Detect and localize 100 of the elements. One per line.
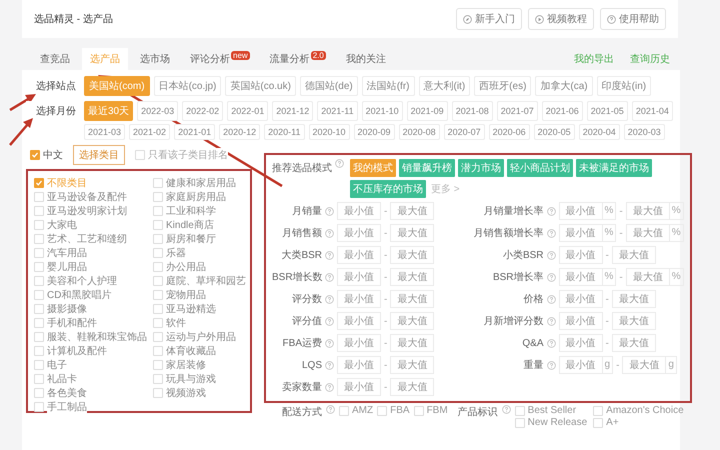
mode-tag[interactable]: 销量飙升榜 [399,159,455,177]
site-option[interactable]: 德国站(de) [300,76,358,96]
checkbox[interactable] [153,332,163,342]
checkbox[interactable] [153,374,163,384]
checkbox[interactable] [514,406,525,416]
checkbox[interactable] [593,406,604,416]
min-input[interactable]: 最小值 [558,356,602,374]
checkbox[interactable] [34,318,44,328]
month-option[interactable]: 2021-04 [632,101,673,121]
checkbox[interactable] [377,406,388,416]
month-option[interactable]: 2020-10 [308,124,350,140]
month-option[interactable]: 2022-02 [182,101,224,121]
checkbox[interactable] [34,192,44,202]
checkbox[interactable] [34,262,44,272]
checkbox[interactable] [135,150,145,160]
checkbox[interactable] [34,304,44,314]
checkbox[interactable] [153,360,163,370]
mode-tag[interactable]: 潜力市场 [458,159,504,177]
mode-tag[interactable]: 我的模式 [350,159,396,177]
mode-tag[interactable]: 未被满足的市场 [576,159,652,177]
site-option[interactable]: 意大利(it) [418,76,470,96]
checkbox[interactable] [153,276,163,286]
max-input[interactable]: 最大值 [390,246,434,264]
max-input[interactable]: 最大值 [390,268,434,286]
max-input[interactable]: 最大值 [612,312,656,330]
month-option[interactable]: 2020-11 [264,124,304,140]
checkbox[interactable] [153,248,163,258]
max-input[interactable]: 最大值 [390,334,434,352]
header-button[interactable]: 使用帮助 [600,8,666,30]
min-input[interactable]: 最小值 [558,312,602,330]
min-input[interactable]: 最小值 [337,246,381,264]
tab-link[interactable]: 我的导出 [566,48,622,70]
tab[interactable]: 选产品 [82,48,128,70]
month-option[interactable]: 2022-03 [137,101,178,121]
checkbox[interactable] [153,178,163,188]
month-option[interactable]: 2021-12 [272,101,314,121]
checkbox[interactable] [34,346,44,356]
max-input[interactable]: 最大值 [390,224,434,242]
min-input[interactable]: 最小值 [337,334,381,352]
max-input[interactable]: 最大值 [390,356,434,374]
min-input[interactable]: 最小值 [558,246,602,264]
max-input[interactable]: 最大值 [390,312,434,330]
checkbox[interactable] [153,192,163,202]
month-option[interactable]: 最近30天 [84,101,134,121]
month-option[interactable]: 2020-06 [488,124,530,140]
checkbox[interactable] [153,318,163,328]
min-input[interactable]: 最小值 [337,224,381,242]
month-option[interactable]: 2020-05 [534,124,575,140]
min-input[interactable]: 最小值 [337,268,381,286]
month-option[interactable]: 2021-07 [496,101,538,121]
checkbox[interactable] [34,388,44,398]
tab[interactable]: 选市场 [132,48,178,70]
max-input[interactable]: 最大值 [390,290,434,308]
min-input[interactable]: 最小值 [337,290,381,308]
max-input[interactable]: 最大值 [622,356,666,374]
max-input[interactable]: 最大值 [612,246,656,264]
month-option[interactable]: 2020-08 [398,124,440,140]
month-option[interactable]: 2021-02 [129,124,170,140]
checkbox[interactable] [514,418,525,428]
checkbox[interactable] [153,304,163,314]
min-input[interactable]: 最小值 [558,268,602,286]
header-button[interactable]: 视频教程 [528,8,594,30]
month-option[interactable]: 2020-07 [444,124,485,140]
month-option[interactable]: 2021-11 [317,101,358,121]
site-option[interactable]: 英国站(co.uk) [225,76,296,96]
header-button[interactable]: 新手入门 [456,8,522,30]
month-option[interactable]: 2020-12 [219,124,260,140]
checkbox[interactable] [153,234,163,244]
checkbox[interactable] [153,346,163,356]
checkbox[interactable] [153,388,163,398]
site-option[interactable]: 印度站(in) [596,76,652,96]
checkbox[interactable] [593,418,604,428]
site-option[interactable]: 法国站(fr) [362,76,414,96]
min-input[interactable]: 最小值 [558,224,602,242]
site-option[interactable]: 美国站(com) [84,76,150,96]
checkbox[interactable] [34,234,44,244]
min-input[interactable]: 最小值 [337,202,381,220]
tab[interactable]: 查竞品 [32,48,78,70]
month-option[interactable]: 2021-06 [542,101,583,121]
checkbox[interactable] [339,406,349,416]
mode-tag[interactable]: 不压库存的市场 [350,180,426,198]
tab-link[interactable]: 查询历史 [622,48,678,70]
checkbox[interactable] [34,290,44,300]
min-input[interactable]: 最小值 [337,312,381,330]
month-option[interactable]: 2020-03 [624,124,665,140]
choose-category-button[interactable]: 选择类目 [73,145,125,165]
max-input[interactable]: 最大值 [612,334,656,352]
max-input[interactable]: 最大值 [612,290,656,308]
tab[interactable]: 我的关注 [338,48,394,70]
max-input[interactable]: 最大值 [390,202,434,220]
checkbox[interactable] [34,178,44,188]
month-option[interactable]: 2021-08 [452,101,493,121]
min-input[interactable]: 最小值 [558,334,602,352]
checkbox[interactable] [34,374,44,384]
month-option[interactable]: 2020-09 [354,124,395,140]
checkbox[interactable] [30,150,40,160]
tab[interactable]: 流量分析 $^{2.0}$ [262,47,334,70]
checkbox[interactable] [414,406,424,416]
max-input[interactable]: 最大值 [626,268,670,286]
checkbox[interactable] [34,248,44,258]
